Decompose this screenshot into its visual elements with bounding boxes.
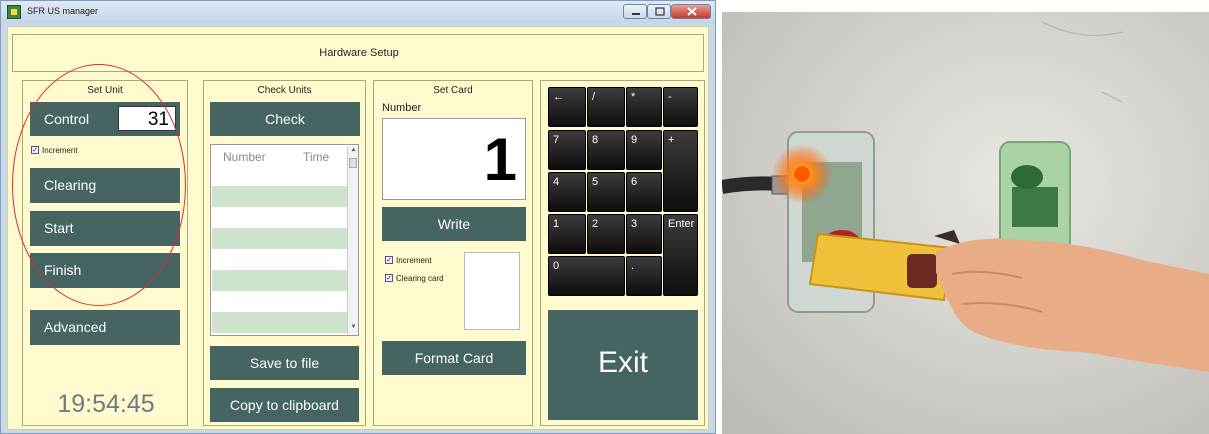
card-increment-checkbox[interactable]: ✓	[385, 256, 393, 264]
hardware-setup-title: Hardware Setup	[319, 47, 399, 59]
key-5[interactable]: 5	[587, 172, 625, 212]
close-icon	[687, 7, 697, 16]
maximize-icon	[655, 7, 665, 16]
minimize-icon	[632, 13, 640, 15]
key-4[interactable]: 4	[548, 172, 586, 212]
key-divide[interactable]: /	[587, 87, 625, 127]
list-item[interactable]	[212, 249, 347, 270]
key-2[interactable]: 2	[587, 214, 625, 254]
scroll-thumb[interactable]	[349, 158, 357, 168]
card-number-field[interactable]: 1	[382, 118, 526, 200]
exit-label: Exit	[597, 346, 648, 379]
highlight-ellipse	[12, 64, 186, 306]
write-button[interactable]: Write	[382, 207, 526, 241]
check-button[interactable]: Check	[210, 102, 360, 136]
list-item[interactable]	[212, 186, 347, 207]
advanced-button[interactable]: Advanced	[30, 310, 180, 345]
card-increment-label: Increment	[396, 256, 432, 265]
format-card-label: Format Card	[414, 350, 494, 366]
key-3[interactable]: 3	[626, 214, 662, 254]
key-minus[interactable]: -	[663, 87, 698, 127]
card-number-value: 1	[483, 126, 517, 193]
column-header-number[interactable]: Number	[223, 150, 266, 164]
set-card-title: Set Card	[433, 85, 473, 96]
list-item[interactable]	[212, 312, 347, 333]
list-scrollbar[interactable]: ▲ ▼	[347, 146, 358, 335]
key-multiply[interactable]: *	[626, 87, 662, 127]
check-label: Check	[265, 111, 305, 127]
app-icon	[7, 5, 21, 19]
check-units-title: Check Units	[257, 85, 312, 96]
save-to-file-label: Save to file	[249, 355, 320, 371]
key-plus[interactable]: +	[663, 130, 698, 212]
clearing-card-label: Clearing card	[396, 274, 444, 283]
scroll-up-icon[interactable]: ▲	[348, 147, 359, 157]
exit-button[interactable]: Exit	[548, 310, 698, 420]
column-header-time[interactable]: Time	[303, 150, 329, 164]
clock-display: 19:54:45	[57, 390, 155, 418]
write-label: Write	[437, 216, 471, 232]
copy-to-clipboard-label: Copy to clipboard	[230, 397, 339, 413]
list-item[interactable]	[212, 291, 347, 312]
scroll-down-icon[interactable]: ▼	[348, 324, 359, 334]
window-title: SFR US manager	[27, 6, 99, 16]
minimize-button[interactable]	[623, 4, 647, 19]
maximize-button[interactable]	[647, 4, 671, 19]
advanced-label: Advanced	[44, 319, 107, 335]
title-bar[interactable]: SFR US manager	[1, 1, 715, 23]
format-card-button[interactable]: Format Card	[382, 341, 526, 375]
key-8[interactable]: 8	[587, 130, 625, 170]
card-number-label: Number	[382, 102, 422, 114]
key-6[interactable]: 6	[626, 172, 662, 212]
key-9[interactable]: 9	[626, 130, 662, 170]
list-rows	[212, 186, 347, 336]
key-enter[interactable]: Enter	[663, 214, 698, 296]
card-preview-box	[464, 252, 520, 330]
copy-to-clipboard-button[interactable]: Copy to clipboard	[210, 388, 359, 422]
clearing-card-checkbox[interactable]: ✓	[385, 274, 393, 282]
key-backspace[interactable]: ←	[548, 87, 586, 127]
key-decimal[interactable]: .	[626, 256, 662, 296]
list-item[interactable]	[212, 270, 347, 291]
list-item[interactable]	[212, 228, 347, 249]
hardware-photo	[722, 12, 1209, 434]
key-7[interactable]: 7	[548, 130, 586, 170]
units-list[interactable]: Number Time ▲ ▼	[210, 144, 359, 336]
close-button[interactable]	[671, 4, 711, 19]
save-to-file-button[interactable]: Save to file	[210, 346, 359, 380]
hardware-photo-illustration	[722, 12, 1209, 434]
key-1[interactable]: 1	[548, 214, 586, 254]
key-0[interactable]: 0	[548, 256, 625, 296]
list-item[interactable]	[212, 207, 347, 228]
